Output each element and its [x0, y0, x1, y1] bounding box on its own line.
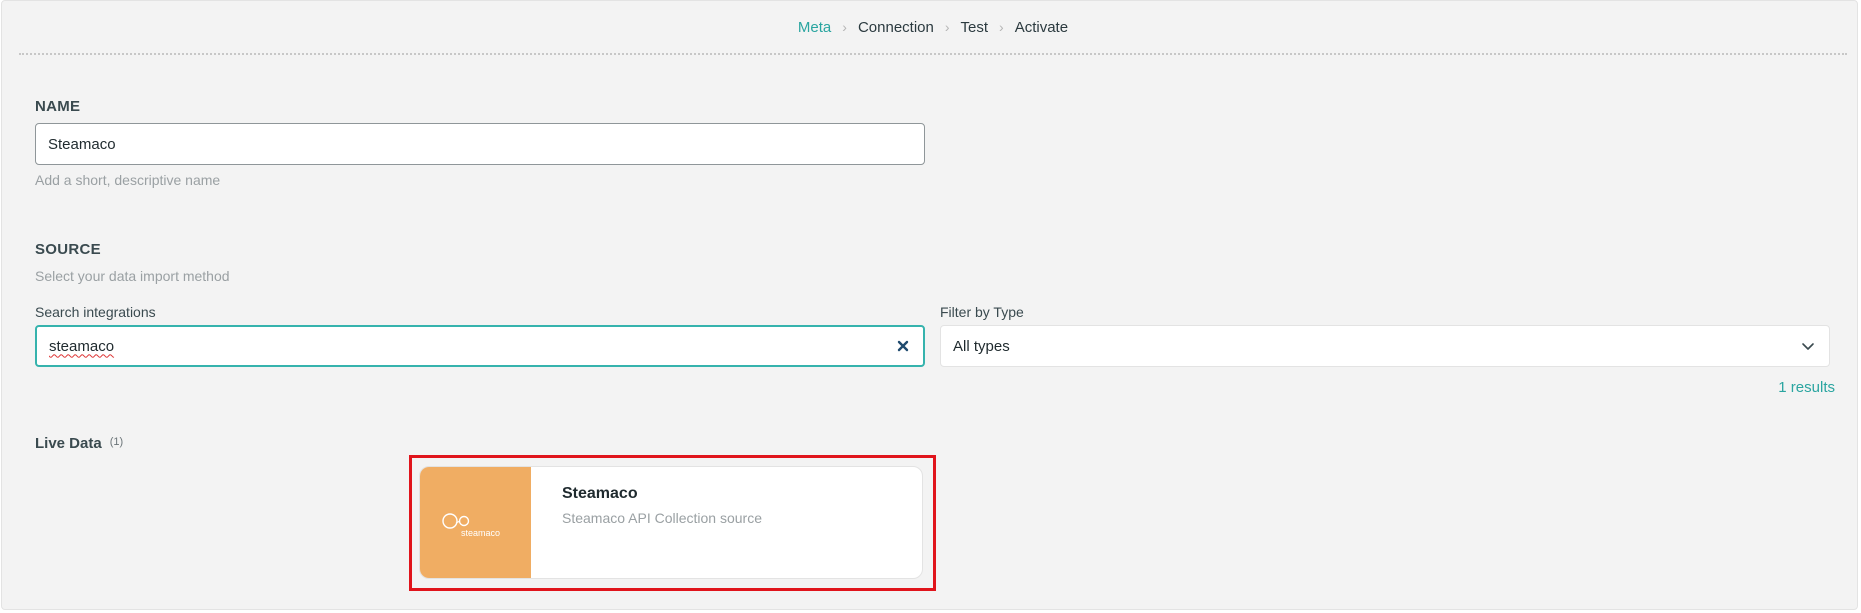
- steamaco-logo-icon: steamaco: [442, 513, 500, 538]
- results-count: 1 results: [1778, 379, 1835, 396]
- integration-description: Steamaco API Collection source: [562, 510, 762, 526]
- integration-card-steamaco[interactable]: steamaco Steamaco Steamaco API Collectio…: [419, 466, 923, 579]
- search-input[interactable]: steamaco: [35, 325, 925, 367]
- source-section-title: SOURCE: [35, 241, 101, 258]
- chevron-down-icon: [1802, 343, 1814, 350]
- filter-type-value: All types: [953, 337, 1010, 355]
- clear-icon[interactable]: [895, 338, 911, 354]
- group-title: Live Data (1): [35, 435, 123, 452]
- search-input-value: steamaco: [49, 337, 115, 355]
- stepper: Meta › Connection › Test › Activate: [19, 1, 1847, 55]
- step-separator: ›: [999, 19, 1004, 35]
- integration-title: Steamaco: [562, 485, 638, 502]
- filter-label: Filter by Type: [940, 304, 1024, 320]
- name-hint: Add a short, descriptive name: [35, 172, 221, 188]
- step-test[interactable]: Test: [959, 19, 991, 36]
- step-separator: ›: [944, 19, 950, 35]
- steamaco-logo-text: steamaco: [461, 528, 500, 538]
- source-hint: Select your data import method: [35, 268, 230, 284]
- name-input[interactable]: Steamaco: [35, 123, 925, 165]
- search-label: Search integrations: [35, 304, 156, 320]
- step-connection[interactable]: Connection: [856, 19, 936, 36]
- name-input-value: Steamaco: [48, 135, 116, 153]
- steamaco-logo: steamaco: [420, 467, 531, 578]
- step-meta[interactable]: Meta: [796, 19, 833, 36]
- name-section-title: NAME: [35, 98, 81, 115]
- group-title-label: Live Data: [35, 435, 102, 452]
- step-activate[interactable]: Activate: [1013, 19, 1070, 36]
- group-count: (1): [109, 436, 124, 448]
- step-separator: ›: [842, 19, 847, 35]
- filter-type-select[interactable]: All types: [940, 325, 1830, 367]
